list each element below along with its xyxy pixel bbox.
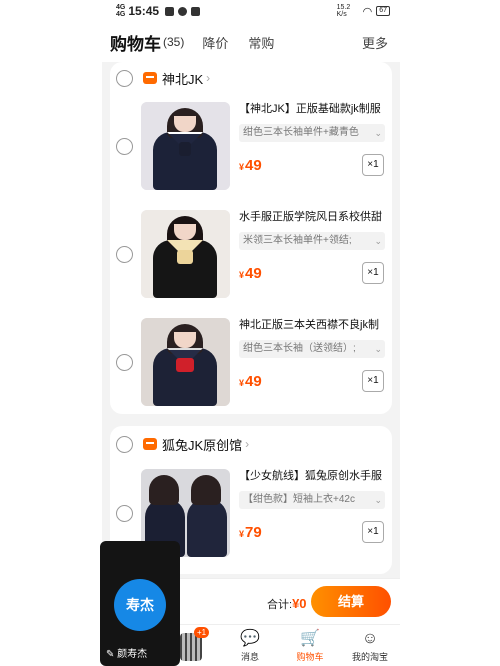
item-price: ¥79 (239, 524, 262, 541)
sku-selector[interactable]: 米领三本长袖单件+领结; ⌄ (239, 232, 385, 250)
product-title[interactable]: 神北正版三本关西襟不良jk制 (239, 318, 385, 333)
clock: 15:45 (128, 4, 160, 18)
status-bar: 4G 4G 15:45 15.2 K/s ◠ 67 (102, 0, 400, 22)
message-icon: 💬 (240, 630, 260, 647)
item-select-radio[interactable] (116, 505, 133, 522)
video-caption: ✎ 颜寿杰 (106, 649, 148, 660)
more-button[interactable]: 更多 (362, 33, 388, 52)
sku-selector[interactable]: 绀色三本长袖（送领结）; ⌄ (239, 340, 385, 358)
signal-indicator: 4G 4G (116, 4, 126, 18)
floating-video-window[interactable]: 寿杰 ✎ 颜寿杰 (100, 541, 180, 666)
wifi-icon: ◠ (362, 5, 373, 18)
notification-badge: +1 (194, 627, 210, 638)
cart-item[interactable]: 【神北JK】正版基础款jk制服 绀色三本长袖单件+藏青色 ⌄ ¥49 ×1 (110, 102, 392, 202)
cart-header: 购物车 (35) 降价 常购 更多 (102, 22, 400, 62)
item-price: ¥49 (239, 157, 262, 174)
shop-select-radio[interactable] (116, 435, 133, 453)
product-title[interactable]: 【少女航线】狐兔原创水手服 (239, 469, 385, 484)
store-icon (143, 72, 157, 84)
chevron-down-icon: ⌄ (374, 128, 382, 138)
chevron-down-icon: ⌄ (374, 236, 382, 246)
settle-button[interactable]: 结算 (311, 586, 391, 617)
battery-icon: 67 (376, 6, 390, 16)
location-icon (178, 6, 188, 16)
page-title: 购物车 (110, 34, 161, 54)
tab-price-drop[interactable]: 降价 (202, 33, 228, 52)
item-price: ¥49 (239, 373, 262, 390)
net-speed: 15.2 K/s (336, 4, 351, 18)
tab-my-taobao[interactable]: ☺ 我的淘宝 (340, 629, 400, 663)
cart-item[interactable]: 神北正版三本关西襟不良jk制 绀色三本长袖（送领结）; ⌄ ¥49 ×1 (110, 318, 392, 418)
product-image[interactable] (141, 318, 230, 406)
shop-header: 神北JK › (110, 62, 392, 94)
product-title[interactable]: 【神北JK】正版基础款jk制服 (239, 102, 385, 117)
total-amount: 合计:¥0 (267, 596, 307, 611)
shop-select-radio[interactable] (116, 69, 133, 87)
smile-icon: ☺ (361, 630, 379, 647)
notification-icon (165, 6, 175, 16)
chevron-right-icon: › (206, 71, 211, 85)
item-price: ¥49 (239, 265, 262, 282)
product-title[interactable]: 水手服正版学院风日系校供甜 (239, 210, 385, 225)
chevron-right-icon: › (245, 437, 250, 451)
shop-name[interactable]: 神北JK (162, 69, 203, 88)
item-select-radio[interactable] (116, 246, 133, 263)
cart-item[interactable]: 水手服正版学院风日系校供甜 米领三本长袖单件+领结; ⌄ ¥49 ×1 (110, 210, 392, 310)
shop-name[interactable]: 狐兔JK原创馆 (162, 435, 242, 454)
shop-card-1: 神北JK › 【神北JK】正版基础款jk制服 绀色三本长袖单件+藏青色 ⌄ ¥49… (110, 62, 392, 414)
tab-frequent[interactable]: 常购 (248, 33, 274, 52)
chevron-down-icon: ⌄ (374, 344, 382, 354)
shop-header: 狐兔JK原创馆 › (110, 428, 392, 460)
quantity-stepper[interactable]: ×1 (362, 154, 384, 176)
item-select-radio[interactable] (116, 354, 133, 371)
product-image[interactable] (141, 102, 230, 190)
app-icon (191, 6, 201, 16)
tab-messages[interactable]: 💬 消息 (220, 629, 280, 663)
cart-icon: 🛒 (300, 630, 320, 647)
chevron-down-icon: ⌄ (374, 495, 382, 505)
product-image[interactable] (141, 210, 230, 298)
cart-count: (35) (163, 35, 185, 49)
tab-cart[interactable]: 🛒 购物车 (280, 629, 340, 663)
quantity-stepper[interactable]: ×1 (362, 521, 384, 543)
quantity-stepper[interactable]: ×1 (362, 370, 384, 392)
store-icon (143, 438, 157, 450)
avatar: 寿杰 (114, 579, 166, 631)
item-select-radio[interactable] (116, 138, 133, 155)
sku-selector[interactable]: 【绀色款】短袖上衣+42c ⌄ (239, 491, 385, 509)
sku-selector[interactable]: 绀色三本长袖单件+藏青色 ⌄ (239, 124, 385, 142)
quantity-stepper[interactable]: ×1 (362, 262, 384, 284)
